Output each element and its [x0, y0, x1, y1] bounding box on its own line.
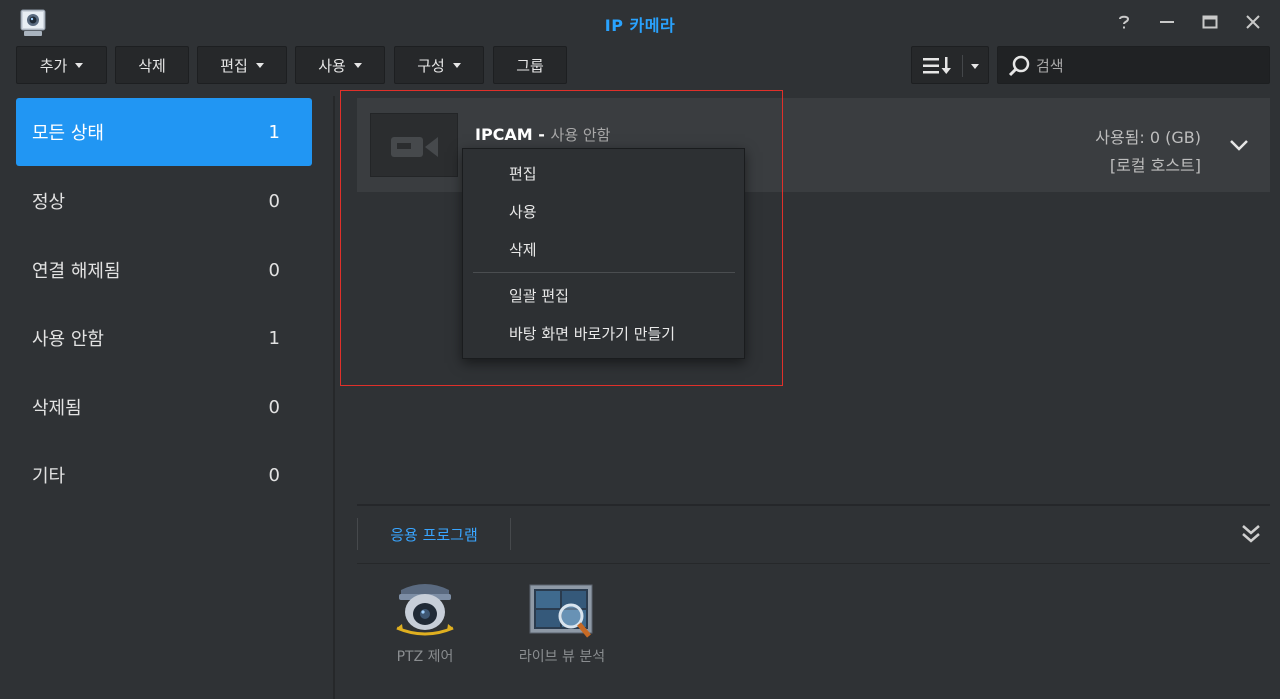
chevron-down-icon[interactable] — [1228, 134, 1250, 156]
config-button-label: 구성 — [417, 56, 445, 75]
app-label: PTZ 제어 — [396, 649, 454, 665]
sidebar-item-count: 0 — [268, 190, 280, 212]
tab-applications-label: 응용 프로그램 — [390, 525, 478, 544]
edit-button[interactable]: 편집 — [197, 46, 287, 84]
camera-thumbnail — [370, 113, 458, 177]
sidebar-item-label: 사용 안함 — [32, 329, 104, 350]
sidebar-item-label: 삭제됨 — [32, 398, 82, 419]
sidebar-item-disabled[interactable]: 사용 안함 1 — [16, 304, 312, 372]
sort-button[interactable] — [911, 46, 989, 84]
sidebar-item-all[interactable]: 모든 상태 1 — [16, 98, 312, 166]
enable-button-label: 사용 — [318, 56, 346, 75]
video-camera-icon — [390, 134, 440, 164]
chevron-down-icon — [353, 62, 362, 68]
minimize-icon[interactable] — [1155, 10, 1179, 34]
sidebar-item-label: 모든 상태 — [32, 123, 104, 144]
camera-host: [로컬 호스트] — [1109, 156, 1201, 175]
chevron-down-icon — [452, 62, 461, 68]
add-button[interactable]: 추가 — [16, 46, 107, 84]
camera-status: 사용 안함 — [550, 126, 611, 144]
context-menu-batch-edit[interactable]: 일괄 편집 — [509, 285, 569, 307]
edit-button-label: 편집 — [220, 56, 248, 75]
delete-button[interactable]: 삭제 — [115, 46, 189, 84]
tab-applications[interactable]: 응용 프로그램 — [357, 518, 511, 550]
sidebar-item-label: 기타 — [32, 466, 66, 487]
context-menu-create-shortcut[interactable]: 바탕 화면 바로가기 만들기 — [509, 323, 675, 345]
help-icon[interactable] — [1112, 10, 1136, 34]
maximize-icon[interactable] — [1198, 10, 1222, 34]
search-input[interactable] — [1036, 55, 1261, 77]
camera-title: IPCAM - 사용 안함 — [475, 124, 610, 145]
chevron-down-icon — [255, 62, 264, 68]
config-button[interactable]: 구성 — [394, 46, 484, 84]
camera-name: IPCAM — [475, 125, 533, 144]
camera-storage-usage: 사용됨: 0 (GB) — [1095, 128, 1201, 147]
app-live-view-analytics[interactable]: 라이브 뷰 분석 — [492, 578, 632, 668]
sort-list-icon — [923, 56, 953, 80]
window-title: IP 카메라 — [604, 16, 676, 35]
group-button-label: 그룹 — [516, 56, 544, 75]
context-menu: 편집 사용 삭제 일괄 편집 바탕 화면 바로가기 만들기 — [462, 148, 745, 359]
sidebar-item-label: 정상 — [32, 192, 66, 213]
live-view-analytics-icon — [529, 584, 595, 644]
sidebar-item-other[interactable]: 기타 0 — [16, 441, 312, 509]
sidebar-item-label: 연결 해제됨 — [32, 261, 121, 282]
sidebar-item-disconnected[interactable]: 연결 해제됨 0 — [16, 236, 312, 304]
delete-button-label: 삭제 — [138, 56, 166, 75]
context-menu-divider — [473, 272, 735, 273]
camera-name-separator: - — [532, 125, 551, 144]
group-button[interactable]: 그룹 — [493, 46, 567, 84]
context-menu-edit[interactable]: 편집 — [509, 163, 537, 185]
close-icon[interactable] — [1241, 10, 1265, 34]
sidebar-item-count: 1 — [268, 327, 280, 349]
sort-divider — [962, 55, 963, 77]
title-bar: IP 카메라 — [0, 0, 1280, 46]
app-label: 라이브 뷰 분석 — [518, 649, 606, 665]
search-icon — [1008, 55, 1030, 81]
sidebar-item-deleted[interactable]: 삭제됨 0 — [16, 373, 312, 441]
bottom-panel-tab-underline — [357, 563, 1270, 564]
sidebar-item-count: 0 — [268, 464, 280, 486]
add-button-label: 추가 — [39, 56, 68, 75]
ptz-camera-icon — [393, 580, 457, 644]
context-menu-enable[interactable]: 사용 — [509, 201, 537, 223]
double-chevron-down-icon[interactable] — [1240, 522, 1262, 546]
enable-button[interactable]: 사용 — [295, 46, 385, 84]
chevron-down-icon[interactable] — [971, 64, 979, 69]
chevron-down-icon — [75, 62, 84, 68]
sidebar-item-count: 0 — [268, 396, 280, 418]
bottom-panel-divider — [357, 504, 1270, 506]
sidebar-item-count: 0 — [268, 259, 280, 281]
sidebar-item-count: 1 — [268, 121, 280, 143]
context-menu-delete[interactable]: 삭제 — [509, 239, 537, 261]
app-ptz-control[interactable]: PTZ 제어 — [355, 578, 495, 668]
search-box[interactable] — [997, 46, 1270, 84]
sidebar-item-normal[interactable]: 정상 0 — [16, 167, 312, 235]
